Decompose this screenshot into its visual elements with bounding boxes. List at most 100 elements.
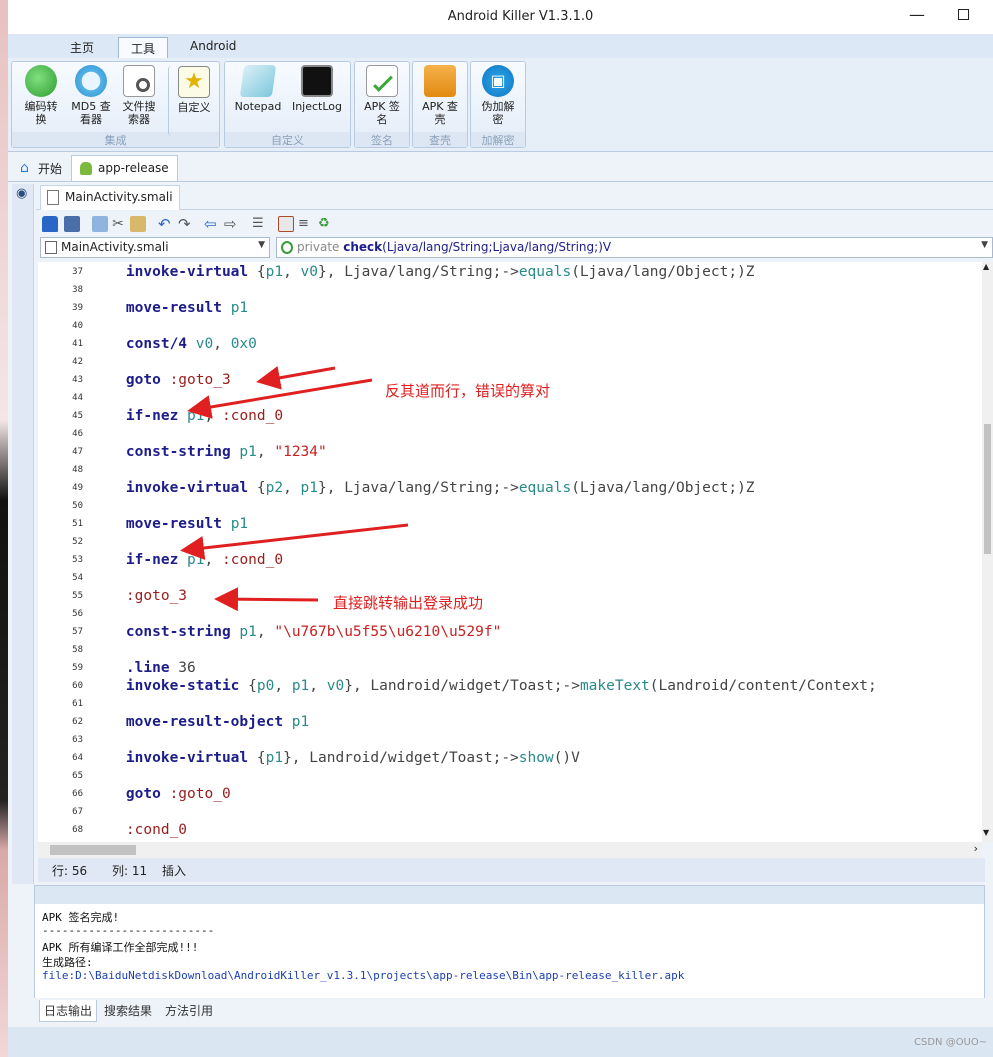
- scroll-right-icon[interactable]: ›: [974, 842, 978, 855]
- pseudo-encrypt-button[interactable]: ▣ 伪加解 密: [474, 65, 522, 126]
- group-shell-check: APK 查 壳 查壳: [412, 61, 468, 148]
- apk-shell-check-label: APK 查 壳: [422, 100, 458, 126]
- code-editor[interactable]: 37 38 39 40 41 42 43 44 45 46 47 48 49 50 51 52 53 54 55 56…: [38, 262, 982, 842]
- code-line: move-result-object p1: [125, 714, 310, 730]
- apk-sign-button[interactable]: APK 签 名: [358, 65, 406, 126]
- notepad-icon: [239, 65, 277, 97]
- method-selector[interactable]: private check(Ljava/lang/String;Ljava/la…: [276, 237, 993, 258]
- lock-icon: ▣: [482, 65, 514, 97]
- copy-icon[interactable]: [92, 216, 108, 232]
- editor-toolbar: ✂ ↶ ↷ ⇦ ⇨ ☰ ≡ ♻: [36, 212, 993, 236]
- tab-method-references[interactable]: 方法引用: [161, 1000, 217, 1021]
- redo-icon[interactable]: ↷: [178, 216, 194, 232]
- java-icon[interactable]: [278, 216, 294, 232]
- horizontal-scroll-thumb[interactable]: [50, 845, 136, 855]
- tab-mainactivity-smali[interactable]: MainActivity.smali: [40, 185, 180, 210]
- line-number: 46: [72, 429, 83, 439]
- paste-icon[interactable]: [130, 216, 146, 232]
- line-number: 59: [72, 663, 83, 673]
- ribbon-tabs: 主页 工具 Android: [8, 34, 993, 58]
- code-convert-button[interactable]: 编码转 换: [17, 65, 65, 126]
- group-custom: Notepad InjectLog 自定义: [224, 61, 351, 148]
- lock-icon[interactable]: [42, 216, 58, 232]
- custom-button[interactable]: ★ 自定义: [170, 66, 218, 114]
- log-line: APK 签名完成!: [42, 911, 120, 924]
- code-line: const/4 v0, 0x0: [125, 336, 257, 352]
- vertical-scroll-thumb[interactable]: [984, 424, 991, 554]
- code-line: move-result p1: [125, 300, 249, 316]
- eye-icon[interactable]: ◉: [16, 186, 27, 201]
- code-line: invoke-virtual {p1}, Landroid/widget/Toa…: [125, 750, 580, 766]
- bottom-band: [8, 1027, 993, 1057]
- line-number: 62: [72, 717, 83, 727]
- md5-viewer-label: MD5 查 看器: [71, 100, 111, 126]
- line-number: 41: [72, 339, 83, 349]
- line-number: 38: [72, 285, 83, 295]
- line-number: 52: [72, 537, 83, 547]
- line-number: 68: [72, 825, 83, 835]
- tab-tools[interactable]: 工具: [118, 37, 169, 58]
- code-line: const-string p1, "1234": [125, 444, 327, 460]
- forward-icon[interactable]: ⇨: [224, 216, 240, 232]
- tab-app-release[interactable]: app-release: [71, 155, 178, 181]
- line-number: 57: [72, 627, 83, 637]
- method-modifier: private: [297, 240, 340, 254]
- tab-home[interactable]: 主页: [58, 37, 106, 58]
- sign-icon: [366, 65, 398, 97]
- undo-icon[interactable]: ↶: [158, 216, 174, 232]
- line-number: 47: [72, 447, 83, 457]
- scroll-down-icon[interactable]: ▼: [983, 828, 989, 837]
- status-row: 行: 56: [52, 864, 88, 878]
- cut-icon[interactable]: ✂: [110, 216, 126, 232]
- code-line: const-string p1, "\u767b\u5f55\u6210\u52…: [125, 624, 502, 640]
- apk-shell-check-button[interactable]: APK 查 壳: [416, 65, 464, 126]
- log-output-path-link[interactable]: file:D:\BaiduNetdiskDownload\AndroidKill…: [42, 969, 684, 982]
- tab-search-results[interactable]: 搜索结果: [100, 1000, 156, 1021]
- notepad-button[interactable]: Notepad: [232, 65, 284, 113]
- annotation-note1: 反其道而行，错误的算对: [385, 382, 551, 400]
- injectlog-label: InjectLog: [291, 100, 343, 113]
- vertical-scrollbar[interactable]: ▲ ▼: [982, 262, 993, 842]
- refresh-icon[interactable]: ♻: [318, 216, 334, 232]
- save-icon[interactable]: [64, 216, 80, 232]
- tab-start[interactable]: ⌂ 开始: [12, 155, 70, 181]
- window-title: Android Killer V1.3.1.0: [447, 9, 594, 24]
- line-number: 54: [72, 573, 83, 583]
- code-line: goto :goto_0: [125, 786, 231, 802]
- group-shell-check-label: 查壳: [413, 132, 467, 147]
- injectlog-button[interactable]: InjectLog: [289, 65, 345, 113]
- file-tab-label: MainActivity.smali: [65, 190, 173, 204]
- toolbox-icon: [424, 65, 456, 97]
- tab-android[interactable]: Android: [178, 37, 248, 58]
- group-custom-label: 自定义: [225, 132, 350, 147]
- lines-icon[interactable]: ≡: [298, 216, 314, 232]
- document-tabs: ⌂ 开始 app-release: [8, 152, 993, 182]
- line-number: 50: [72, 501, 83, 511]
- file-search-button[interactable]: 文件搜 索器: [115, 65, 163, 126]
- md5-viewer-button[interactable]: MD5 查 看器: [67, 65, 115, 126]
- code-line: if-nez p1, :cond_0: [125, 408, 284, 424]
- selectors-bar: MainActivity.smali ▼ private check(Ljava…: [36, 236, 993, 260]
- back-icon[interactable]: ⇦: [204, 216, 220, 232]
- minimize-button[interactable]: —: [906, 5, 928, 25]
- line-number: 65: [72, 771, 83, 781]
- line-number: 43: [72, 375, 83, 385]
- status-mode: 插入: [162, 864, 187, 878]
- horizontal-scrollbar[interactable]: ›: [38, 842, 982, 858]
- tab-log-output[interactable]: 日志输出: [39, 1000, 98, 1022]
- code-line: invoke-virtual {p2, p1}, Ljava/lang/Stri…: [125, 480, 755, 496]
- class-selector-value: MainActivity.smali: [61, 240, 169, 254]
- android-icon: [80, 162, 92, 175]
- format-icon[interactable]: ☰: [252, 216, 268, 232]
- code-line: goto :goto_3: [125, 372, 231, 388]
- line-number: 64: [72, 753, 83, 763]
- maximize-button[interactable]: [958, 9, 969, 20]
- scroll-up-icon[interactable]: ▲: [983, 262, 989, 271]
- class-selector[interactable]: MainActivity.smali ▼: [40, 237, 270, 258]
- line-number: 63: [72, 735, 83, 745]
- custom-star-icon: ★: [178, 66, 210, 98]
- code-line: if-nez p1, :cond_0: [125, 552, 284, 568]
- code-line: invoke-static {p0, p1, v0}, Landroid/wid…: [125, 678, 877, 694]
- group-crypto: ▣ 伪加解 密 加解密: [470, 61, 526, 148]
- code-line: :cond_0: [125, 822, 188, 838]
